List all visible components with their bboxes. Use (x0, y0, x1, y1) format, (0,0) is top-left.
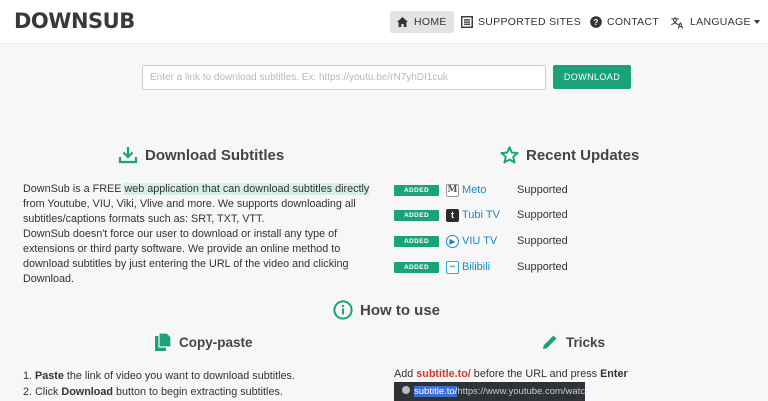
tricks-url-bar: subtitle.to/https://www.youtube.com/watc (402, 386, 585, 397)
tricks-heading: Tricks (541, 333, 605, 351)
site-name-bilibili[interactable]: Bilibili (462, 261, 515, 273)
update-row-meto: ADDED M Meto Supported (394, 181, 594, 199)
nav-supported-sites[interactable]: SUPPORTED SITES (461, 11, 581, 33)
site-status: Supported (517, 235, 568, 247)
added-badge: ADDED (394, 184, 439, 196)
added-badge: ADDED (394, 235, 439, 247)
tricks-mid: before the URL and press (470, 368, 601, 380)
download-description: DownSub is a FREE web application that c… (23, 182, 383, 287)
home-icon (397, 17, 408, 27)
question-icon: ? (590, 16, 602, 28)
site-name-meto[interactable]: Meto (462, 184, 515, 196)
star-icon (500, 146, 519, 164)
update-row-bilibili: ADDED •• Bilibili Supported (394, 258, 594, 276)
copy-paste-title: Copy-paste (179, 334, 253, 350)
recent-updates-heading: Recent Updates (500, 146, 639, 164)
nav-supported-sites-label: SUPPORTED SITES (478, 16, 581, 28)
step-2-text: button to begin extracting subtitles. (113, 386, 283, 398)
site-status: Supported (517, 184, 568, 196)
nav-home-label: HOME (414, 16, 447, 28)
tubi-icon: t (446, 208, 459, 222)
site-name-tubi[interactable]: Tubi TV (462, 209, 515, 221)
viu-icon: ▶ (446, 234, 459, 248)
recent-updates-title: Recent Updates (526, 146, 640, 164)
meto-icon: M (446, 183, 459, 197)
nav-language-dropdown[interactable]: 文A LANGUAGE (671, 11, 760, 33)
step-2-bold: Download (61, 386, 113, 398)
nav-contact-label: CONTACT (607, 16, 660, 28)
translate-icon: 文A (671, 16, 684, 29)
step-2-pre: 2. Click (23, 386, 62, 398)
update-row-viu: ADDED ▶ VIU TV Supported (394, 232, 594, 250)
bilibili-icon: •• (446, 260, 459, 274)
download-subtitles-heading: Download Subtitles (118, 146, 284, 164)
tricks-url-text: https://www.youtube.com/watc (457, 386, 585, 397)
svg-text:A: A (678, 21, 684, 29)
description-text-b: from Youtube, VIU, Viki, Vlive and more.… (23, 198, 356, 225)
tricks-url-selection: subtitle.to/ (414, 386, 458, 397)
nav-contact[interactable]: ? CONTACT (590, 11, 659, 33)
added-badge: ADDED (394, 261, 439, 273)
site-status: Supported (517, 261, 568, 273)
description-text-2: DownSub doesn't force our user to downlo… (23, 228, 349, 285)
description-highlight: web application that can download subtit… (124, 183, 370, 195)
video-url-input[interactable] (142, 65, 546, 90)
downsub-logo[interactable]: DOWNSUB (14, 9, 135, 33)
description-text-a: DownSub is a FREE (23, 183, 125, 195)
site-status: Supported (517, 209, 568, 221)
tricks-screenshot: subtitle.to/https://www.youtube.com/watc (394, 382, 585, 401)
nav-home[interactable]: HOME (390, 11, 454, 33)
how-to-use-title: How to use (360, 301, 441, 319)
tricks-highlight: subtitle.to/ (416, 368, 471, 380)
tricks-title: Tricks (566, 334, 606, 350)
tricks-pre: Add (394, 368, 417, 380)
copy-paste-steps: 1. Paste the link of video you want to d… (23, 368, 295, 400)
step-1: 1. Paste the link of video you want to d… (23, 370, 295, 382)
update-row-tubi: ADDED t Tubi TV Supported (394, 206, 594, 224)
download-icon (118, 147, 138, 164)
nav-language-label: LANGUAGE (690, 16, 751, 28)
tricks-instructions: Add subtitle.to/ before the URL and pres… (394, 368, 628, 380)
chevron-down-icon (753, 20, 760, 24)
added-badge: ADDED (394, 209, 439, 221)
step-2: 2. Click Download button to begin extrac… (23, 384, 295, 400)
copy-paste-heading: Copy-paste (154, 332, 253, 352)
download-button[interactable]: DOWNLOAD (553, 65, 631, 89)
list-icon (461, 16, 473, 28)
download-subtitles-title: Download Subtitles (145, 146, 285, 164)
pencil-icon (543, 335, 557, 349)
site-name-viu[interactable]: VIU TV (462, 235, 515, 247)
how-to-use-heading: How to use (333, 300, 440, 320)
lock-icon (402, 386, 410, 394)
step-1-bold: Paste (35, 370, 64, 382)
step-1-text: the link of video you want to download s… (63, 370, 295, 382)
copy-icon (155, 332, 172, 351)
svg-text:?: ? (593, 17, 599, 27)
tricks-key: Enter (600, 368, 628, 380)
top-navbar: DOWNSUB HOME SUPPORTED SITES ? CONTACT 文… (0, 0, 768, 44)
info-icon (333, 300, 353, 320)
